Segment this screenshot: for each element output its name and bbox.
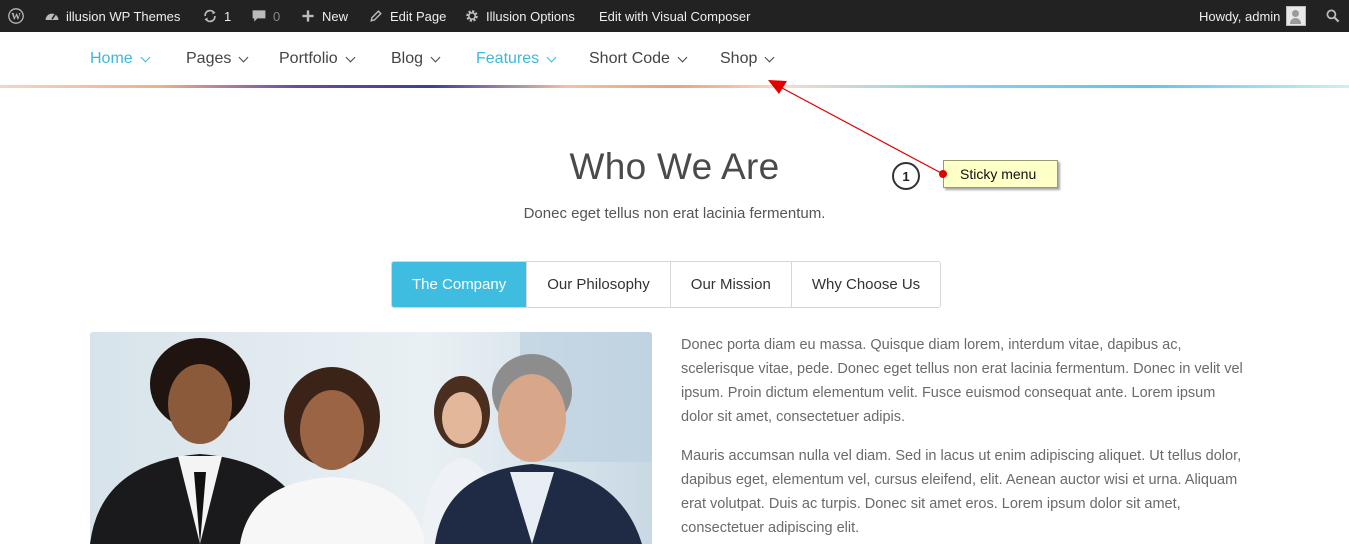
annotation-callout: Sticky menu [943, 160, 1058, 188]
annotation-number-badge: 1 [892, 162, 920, 190]
annotation-arrow [768, 80, 944, 175]
annotation-dot [939, 170, 947, 178]
